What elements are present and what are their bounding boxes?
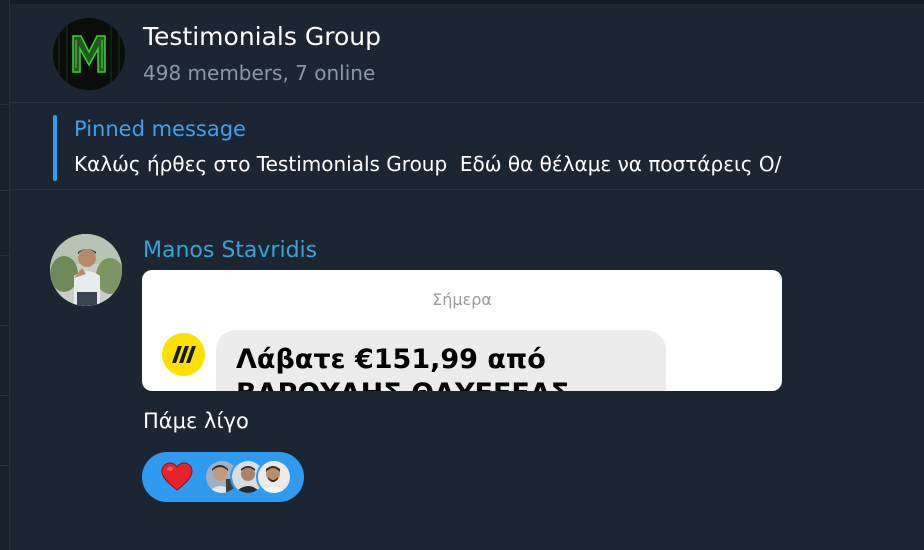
pinned-message-bar[interactable]: Pinned message Καλώς ήρθες στο Testimoni… xyxy=(10,103,924,190)
message-text: Πάμε λίγο xyxy=(143,409,249,433)
photo-date-label: Σήμερα xyxy=(432,290,492,309)
chat-list-divider xyxy=(0,255,9,256)
chat-list-divider xyxy=(0,395,9,396)
sender-avatar[interactable] xyxy=(50,234,122,306)
heart-icon xyxy=(161,462,193,492)
pinned-message-label: Pinned message xyxy=(74,117,246,141)
chat-list-divider xyxy=(0,104,9,105)
message-photo[interactable]: Σήμερα Λάβατε €151,99 από ΒΑΡΟΥΑΗΣ ΘΑΥΕΕ… xyxy=(142,270,782,391)
photo-notification-line2: ΒΑΡΟΥΑΗΣ ΘΑΥΕΕΕΑΣ xyxy=(236,378,569,391)
chat-list-divider xyxy=(0,190,9,191)
pinned-message-text: Καλώς ήρθες στο Testimonials Group Εδώ θ… xyxy=(74,152,782,176)
person-photo-avatar xyxy=(50,234,122,306)
chat-list-divider xyxy=(0,325,9,326)
reactor-avatar-3 xyxy=(256,459,292,495)
group-avatar[interactable] xyxy=(53,18,125,90)
yellow-bank-logo-icon xyxy=(162,333,205,376)
pinned-accent-bar xyxy=(53,115,57,181)
group-member-count: 498 members, 7 online xyxy=(143,61,376,85)
chat-list-edge xyxy=(0,0,10,550)
group-title[interactable]: Testimonials Group xyxy=(143,22,381,51)
reaction-button[interactable] xyxy=(142,452,304,502)
chat-header[interactable]: Testimonials Group 498 members, 7 online xyxy=(10,4,924,103)
sender-name[interactable]: Manos Stavridis xyxy=(143,238,317,263)
chat-list-divider xyxy=(0,465,9,466)
m-logo-icon xyxy=(53,18,125,90)
photo-notification-line1: Λάβατε €151,99 από xyxy=(236,344,546,375)
